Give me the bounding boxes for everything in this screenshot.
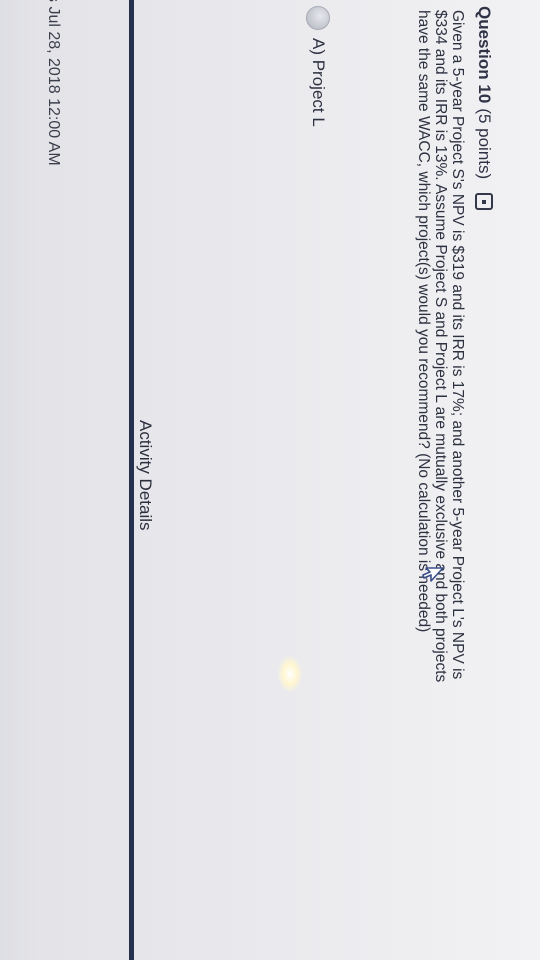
bottom-shade [0, 0, 40, 960]
section-divider [129, 0, 134, 960]
question-points: (5 points) [475, 108, 494, 180]
mouse-cursor-icon [422, 567, 444, 582]
question-text-line: have the same WACC, which project(s) wou… [415, 10, 432, 633]
question-title: Question 10 [475, 6, 494, 104]
answer-option-a[interactable]: A) Project L [306, 6, 330, 127]
question-text: Given a 5-year Project S's NPV is $319 a… [415, 10, 466, 945]
question-text-line: $334 and its IRR is 13%. Assume Project … [432, 10, 449, 683]
question-page: Question 10 (5 points) Given a 5-year Pr… [0, 0, 540, 960]
radio-button[interactable] [306, 6, 330, 30]
question-text-line: Given a 5-year Project S's NPV is $319 a… [449, 10, 466, 680]
question-header: Question 10 (5 points) [474, 6, 494, 211]
answer-option-label[interactable]: A) Project L [308, 38, 328, 127]
screen-glare [278, 656, 302, 692]
activity-details-heading: Activity Details [136, 420, 155, 531]
due-date-text: s Jul 28, 2018 12:00 AM [45, 0, 62, 166]
bookmark-icon[interactable] [475, 193, 493, 211]
